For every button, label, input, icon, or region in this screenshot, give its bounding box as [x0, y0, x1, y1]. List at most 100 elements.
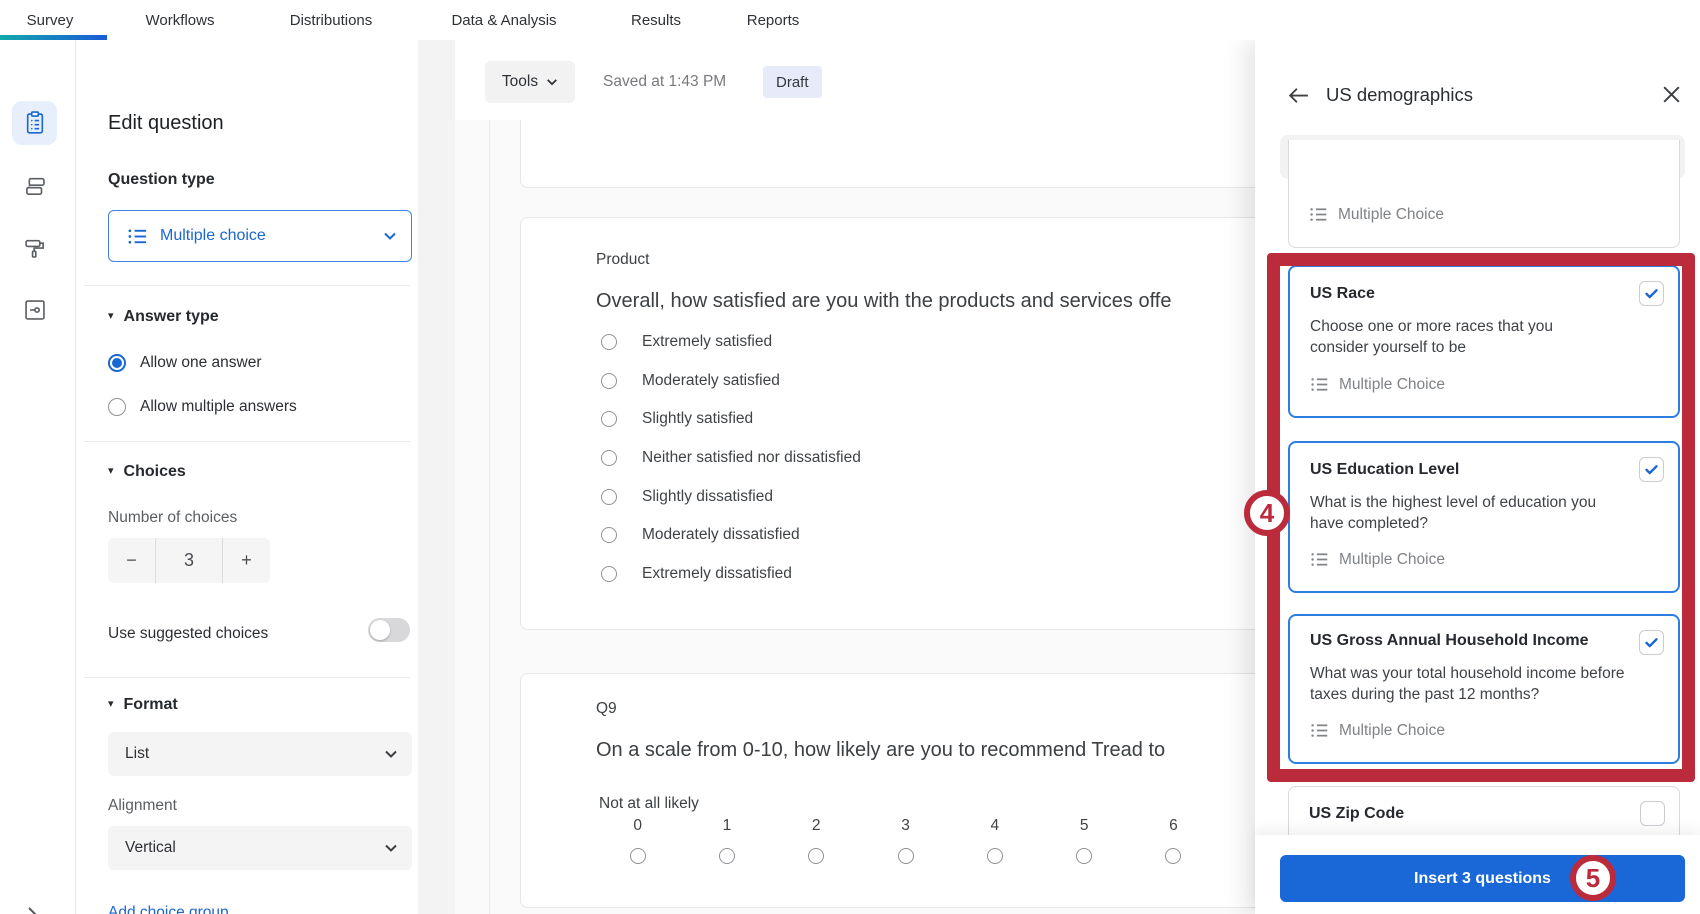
divider	[84, 677, 410, 678]
scale-point[interactable]: 4	[950, 817, 1039, 864]
left-icon-rail	[0, 40, 76, 914]
radio-icon	[108, 398, 126, 416]
panel-footer: Insert 3 questions	[1255, 835, 1700, 914]
use-suggested-choices-label: Use suggested choices	[108, 625, 268, 643]
chevron-down-icon	[546, 76, 558, 88]
radio-icon	[601, 373, 617, 389]
scale-point[interactable]: 1	[682, 817, 771, 864]
format-dropdown[interactable]: List	[108, 732, 412, 776]
choice-row[interactable]: Slightly dissatisfied	[601, 477, 861, 516]
choice-row[interactable]: Neither satisfied nor dissatisfied	[601, 439, 861, 478]
radio-icon	[1165, 848, 1181, 864]
multiple-choice-list-icon	[1310, 721, 1329, 740]
top-nav: Survey Workflows Distributions Data & An…	[0, 0, 1700, 40]
tab-distributions[interactable]: Distributions	[290, 0, 373, 40]
question-type-label: Question type	[108, 171, 215, 189]
divider	[84, 285, 410, 286]
chevron-down-icon	[384, 747, 398, 761]
radio-icon	[1076, 848, 1092, 864]
radio-icon	[601, 489, 617, 505]
radio-icon	[601, 450, 617, 466]
draft-status-badge: Draft	[763, 66, 822, 98]
qualtrics-survey-editor: Survey Workflows Distributions Data & An…	[0, 0, 1700, 914]
demographic-card-us-education[interactable]: US Education Level What is the highest l…	[1288, 441, 1680, 593]
radio-icon	[601, 334, 617, 350]
choice-row[interactable]: Extremely dissatisfied	[601, 555, 861, 594]
alignment-label: Alignment	[108, 797, 177, 815]
add-choice-group-link[interactable]: Add choice group	[108, 904, 229, 914]
panel-title: Edit question	[108, 112, 224, 135]
demographic-card-us-race[interactable]: US Race Choose one or more races that yo…	[1288, 265, 1680, 418]
use-suggested-choices-toggle[interactable]	[368, 618, 410, 642]
choice-row[interactable]: Moderately dissatisfied	[601, 516, 861, 555]
collapse-triangle-icon: ▾	[108, 309, 114, 322]
checkbox-checked-icon[interactable]	[1639, 630, 1664, 655]
multiple-choice-list-icon	[127, 226, 148, 247]
scale-point[interactable]: 0	[593, 817, 682, 864]
multiple-choice-list-icon	[1310, 375, 1329, 394]
expand-panel-chevron-icon[interactable]	[24, 906, 40, 914]
divider	[84, 441, 410, 442]
tab-survey[interactable]: Survey	[27, 0, 74, 40]
tab-results[interactable]: Results	[631, 0, 681, 40]
tab-workflows[interactable]: Workflows	[146, 0, 215, 40]
radio-icon	[987, 848, 1003, 864]
choice-row[interactable]: Moderately satisfied	[601, 362, 861, 401]
tools-button[interactable]: Tools	[485, 61, 575, 103]
chevron-down-icon	[384, 841, 398, 855]
radio-allow-one-answer[interactable]: Allow one answer	[108, 354, 261, 372]
back-arrow-icon[interactable]	[1286, 83, 1311, 108]
tab-data-analysis[interactable]: Data & Analysis	[451, 0, 556, 40]
checkbox-unchecked-icon[interactable]	[1640, 801, 1665, 826]
radio-icon	[601, 566, 617, 582]
question-id-label: Product	[596, 251, 649, 269]
checkbox-checked-icon[interactable]	[1639, 281, 1664, 306]
increment-button[interactable]: +	[223, 538, 270, 583]
chevron-down-icon	[383, 229, 397, 243]
radio-icon	[898, 848, 914, 864]
survey-options-icon[interactable]	[12, 288, 57, 332]
question-text[interactable]: Overall, how satisfied are you with the …	[596, 290, 1171, 313]
scale-point[interactable]: 3	[861, 817, 950, 864]
tab-reports[interactable]: Reports	[747, 0, 800, 40]
insert-questions-button[interactable]: Insert 3 questions	[1280, 855, 1685, 902]
autosave-status: Saved at 1:43 PM	[603, 73, 726, 91]
choice-row[interactable]: Extremely satisfied	[601, 323, 861, 362]
number-of-choices-label: Number of choices	[108, 509, 237, 527]
radio-icon	[808, 848, 824, 864]
us-demographics-panel: US demographics Multiple Choice US Ra	[1255, 40, 1700, 914]
active-tab-underline	[0, 35, 107, 40]
scale-point[interactable]: 2	[772, 817, 861, 864]
choices-header[interactable]: ▾Choices	[108, 463, 186, 481]
demographic-card-us-income[interactable]: US Gross Annual Household Income What wa…	[1288, 614, 1680, 764]
question-type-dropdown[interactable]: Multiple choice	[108, 210, 412, 262]
multiple-choice-list-icon	[1309, 205, 1328, 224]
scale-point[interactable]: 5	[1039, 817, 1128, 864]
choice-list: Extremely satisfied Moderately satisfied…	[601, 323, 861, 593]
question-id-label: Q9	[596, 700, 617, 718]
look-and-feel-icon[interactable]	[12, 226, 57, 270]
radio-allow-multiple-answers[interactable]: Allow multiple answers	[108, 398, 297, 416]
radio-icon	[601, 527, 617, 543]
checkbox-checked-icon[interactable]	[1639, 457, 1664, 482]
close-icon[interactable]	[1661, 84, 1682, 105]
radio-icon	[630, 848, 646, 864]
format-header[interactable]: ▾Format	[108, 696, 178, 714]
demographic-card-partial[interactable]: Multiple Choice	[1288, 140, 1680, 248]
survey-builder-icon[interactable]	[12, 101, 57, 145]
alignment-dropdown[interactable]: Vertical	[108, 826, 412, 870]
choices-count-value: 3	[155, 538, 223, 583]
collapse-triangle-icon: ▾	[108, 464, 114, 477]
answer-type-header[interactable]: ▾Answer type	[108, 308, 219, 326]
decrement-button[interactable]: −	[108, 538, 155, 583]
scale-point[interactable]: 6	[1129, 817, 1218, 864]
nps-scale: 0 1 2 3 4 5 6	[593, 817, 1218, 864]
choice-row[interactable]: Slightly satisfied	[601, 400, 861, 439]
radio-icon	[108, 354, 126, 372]
question-text[interactable]: On a scale from 0-10, how likely are you…	[596, 739, 1165, 762]
number-of-choices-stepper: − 3 +	[108, 538, 270, 583]
survey-flow-icon[interactable]	[12, 164, 57, 208]
question-type-value: Multiple choice	[160, 227, 266, 245]
panel-title: US demographics	[1326, 84, 1473, 106]
collapse-triangle-icon: ▾	[108, 697, 114, 710]
